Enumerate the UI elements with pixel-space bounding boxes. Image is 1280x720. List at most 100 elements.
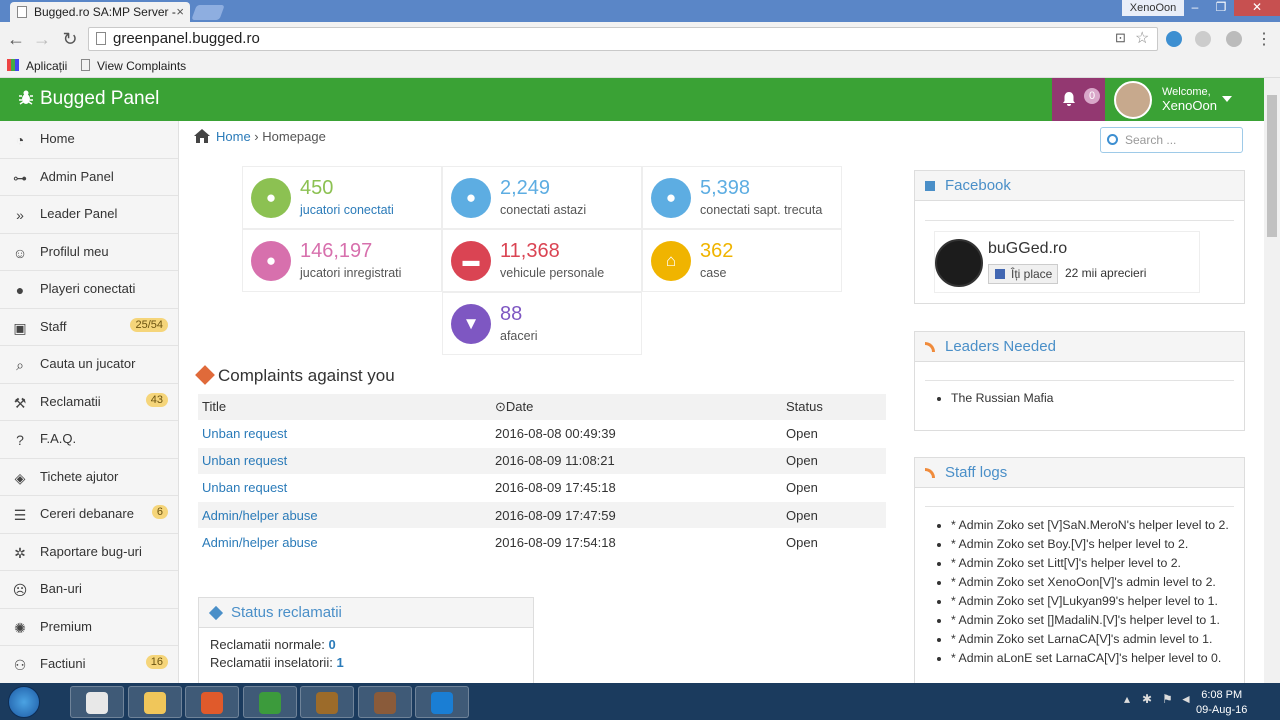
browser-tab[interactable]: Bugged.ro SA:MP Server - × (10, 2, 190, 22)
bookmark-star-icon[interactable]: ☆ (1135, 28, 1149, 48)
sidebar-item-ban-uri[interactable]: ☹ Ban-uri (0, 571, 178, 609)
user-icon: ● (15, 282, 25, 298)
explorer-icon[interactable] (127, 686, 182, 718)
chevron-down-icon[interactable] (1222, 96, 1232, 102)
bookmarks-bar: Aplicații View Complaints (0, 56, 1280, 78)
list-item: * Admin Zoko set Boy.[V]'s helper level … (951, 535, 1236, 554)
sidebar-item-label: F.A.Q. (40, 431, 77, 446)
winrar-icon[interactable] (300, 686, 354, 718)
dashboard-icon: ◔ (15, 132, 25, 148)
back-icon[interactable]: ← (5, 29, 27, 49)
table-row: Unban request 2016-08-09 11:08:21 Open (198, 446, 886, 475)
minimize-icon[interactable]: – (1182, 0, 1208, 16)
complaint-date: 2016-08-09 17:47:59 (491, 501, 782, 529)
menu-icon[interactable]: ⋮ (1256, 29, 1272, 49)
search-placeholder: Search ... (1125, 133, 1177, 147)
page-icon (17, 6, 27, 18)
complaint-date: 2016-08-09 11:08:21 (491, 446, 782, 475)
stat-value: 2,249 (500, 177, 551, 199)
android-icon: ▣ (13, 319, 27, 336)
facebook-page-name[interactable]: buGGed.ro (988, 240, 1067, 258)
complaint-link[interactable]: Unban request (202, 426, 287, 441)
stat-value: 362 (700, 240, 734, 262)
sidebar-item-reclamatii[interactable]: ⚒ Reclamatii 43 (0, 384, 178, 421)
extension-icon[interactable] (1195, 31, 1211, 47)
extension-icon[interactable] (1166, 31, 1182, 47)
list-item: * Admin Zoko set Litt[V]'s helper level … (951, 554, 1236, 573)
skype-icon[interactable] (1226, 31, 1242, 47)
sidebar-item-profilul-meu[interactable]: ☺ Profilul meu (0, 234, 178, 271)
teamviewer-icon[interactable] (415, 686, 469, 718)
new-tab-button[interactable] (191, 5, 225, 20)
volume-icon[interactable]: ◄ (1180, 692, 1192, 706)
show-hidden-icons[interactable]: ▴ (1124, 692, 1130, 706)
user-icon: ● (251, 178, 291, 218)
sidebar-item-tichete-ajutor[interactable]: ◈ Tichete ajutor (0, 459, 178, 496)
taskbar-clock[interactable]: 6:08 PM 09-Aug-16 (1196, 688, 1247, 718)
breadcrumb-home[interactable]: Home (216, 129, 251, 144)
home-icon: ⌂ (651, 241, 691, 281)
sidebar-item-playeri-conectati[interactable]: ● Playeri conectati (0, 271, 178, 309)
sidebar-item-raportare-bug-uri[interactable]: ✲ Raportare bug-uri (0, 534, 178, 571)
list-item: * Admin Zoko set []MadaliN.[V]'s helper … (951, 611, 1236, 630)
facebook-like-button[interactable]: Îți place (988, 264, 1058, 284)
facebook-page-logo[interactable] (935, 239, 983, 287)
complaint-date: 2016-08-09 17:45:18 (491, 473, 782, 502)
profile-button[interactable]: XenoOon (1122, 0, 1184, 16)
scrollbar-thumb[interactable] (1267, 95, 1277, 237)
stat-value: 146,197 (300, 240, 373, 262)
complaint-link[interactable]: Admin/helper abuse (202, 508, 318, 523)
list-item: * Admin Zoko set [V]Lukyan99's helper le… (951, 592, 1236, 611)
sidebar-item-staff[interactable]: ▣ Staff 25/54 (0, 309, 178, 346)
user-name: XenoOon (1162, 98, 1217, 113)
file-manager-icon[interactable] (70, 686, 124, 718)
sidebar-item-label: Reclamatii (40, 393, 101, 409)
count-badge: 43 (145, 392, 168, 407)
sidebar-item-admin-panel[interactable]: ⊶ Admin Panel (0, 159, 178, 196)
complaint-link[interactable]: Unban request (202, 480, 287, 495)
users-icon: ⚇ (13, 657, 27, 673)
sidebar-item-premium[interactable]: ✺ Premium (0, 609, 178, 646)
complaint-link[interactable]: Admin/helper abuse (202, 535, 318, 550)
stat-card: ⌂ 362 case (642, 229, 842, 292)
address-bar[interactable]: greenpanel.bugged.ro ⊡ ☆ (88, 27, 1158, 51)
brand-logo[interactable]: Bugged Panel (18, 87, 159, 111)
sidebar-item-leader-panel[interactable]: » Leader Panel (0, 196, 178, 234)
table-row: Unban request 2016-08-09 17:45:18 Open (198, 473, 886, 502)
panel-heading: Facebook (915, 171, 1244, 201)
stat-label: jucatori inregistrati (300, 266, 402, 280)
url-text: greenpanel.bugged.ro (113, 30, 260, 47)
bookmark-view-complaints[interactable]: View Complaints (97, 59, 186, 73)
stat-card: ● 2,249 conectati astazi (442, 166, 642, 229)
sidebar-item-cauta-un-jucator[interactable]: ⌕ Cauta un jucator (0, 346, 178, 384)
bug-icon (19, 90, 33, 105)
breadcrumb: Home › Homepage (194, 129, 326, 144)
complaint-link[interactable]: Unban request (202, 453, 287, 468)
sidebar-item-f-a-q[interactable]: ? F.A.Q. (0, 421, 178, 459)
sidebar-item-home[interactable]: ◔ Home (0, 121, 178, 159)
bookmark-apps[interactable]: Aplicații (26, 59, 67, 73)
stat-label[interactable]: jucatori conectati (300, 203, 394, 217)
user-welcome[interactable]: Welcome, XenoOon (1162, 86, 1217, 114)
sidebar-item-factiuni[interactable]: ⚇ Factiuni 16 (0, 646, 178, 683)
avatar[interactable] (1114, 81, 1152, 119)
search-input[interactable]: Search ... (1100, 127, 1243, 153)
forward-icon[interactable]: → (31, 29, 53, 49)
list-item: * Admin aLonE set LarnaCA[V]'s helper le… (951, 649, 1236, 668)
sidebar-item-cereri-debanare[interactable]: ☰ Cereri debanare 6 (0, 496, 178, 534)
samp-icon[interactable] (357, 686, 412, 718)
close-window-icon[interactable]: ✕ (1234, 0, 1280, 16)
maximize-icon[interactable]: ❐ (1208, 0, 1234, 16)
network-icon[interactable]: ✱ (1142, 692, 1152, 706)
start-button[interactable] (8, 686, 40, 718)
tab-title: Bugged.ro SA:MP Server - (34, 5, 176, 19)
close-tab-icon[interactable]: × (176, 4, 184, 19)
translate-icon[interactable]: ⊡ (1115, 30, 1126, 46)
action-center-icon[interactable]: ⚑ (1162, 692, 1173, 706)
reload-icon[interactable]: ↻ (59, 29, 81, 49)
rss-icon (925, 342, 935, 352)
media-player-icon[interactable] (185, 686, 239, 718)
chrome-icon[interactable] (242, 686, 297, 718)
brand-name: Bugged Panel (40, 88, 160, 109)
truck-icon: ▬ (451, 241, 491, 281)
